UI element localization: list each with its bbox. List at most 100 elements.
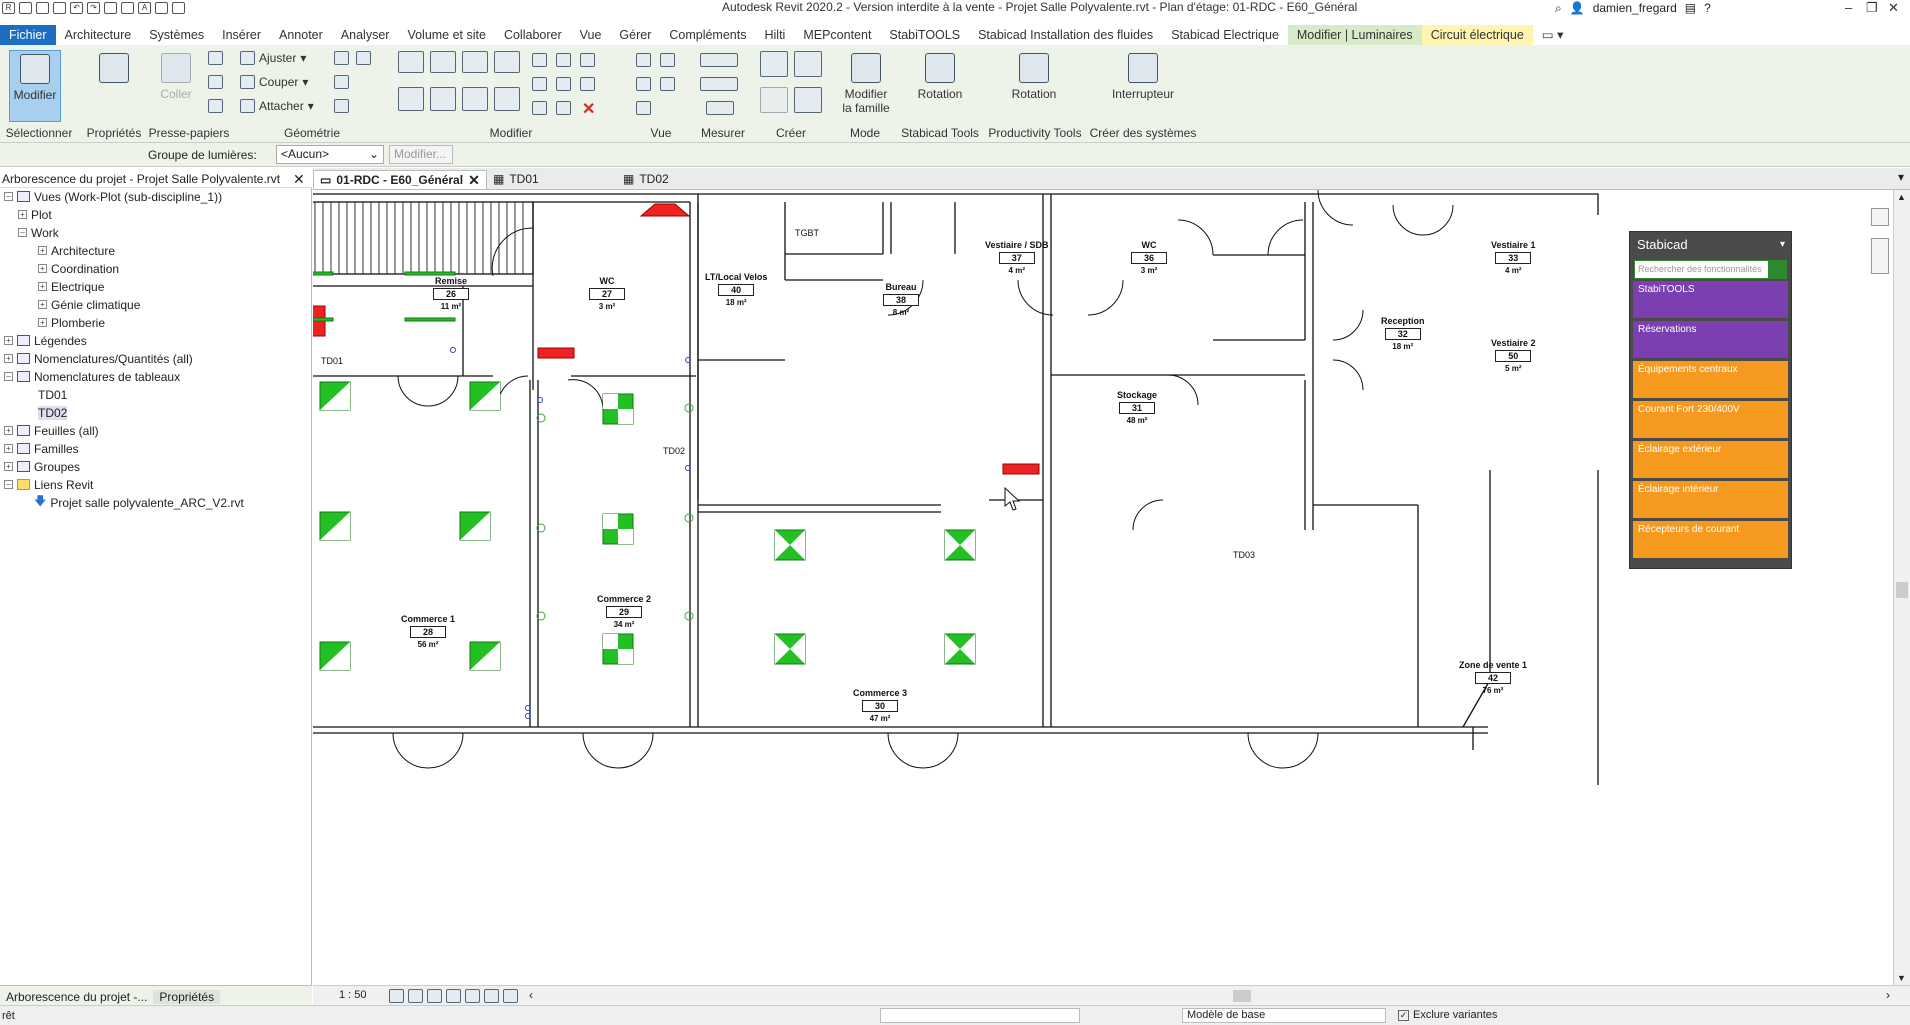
close-icon[interactable]: ✕ [468, 171, 480, 190]
room-tag[interactable]: WC 27 3 m² [589, 276, 625, 311]
create-group-icon[interactable] [760, 51, 788, 77]
reveal-icon[interactable] [503, 989, 518, 1003]
tab-circuit-electrique[interactable]: Circuit électrique [1421, 25, 1533, 45]
redo-icon[interactable]: ↷ [87, 2, 100, 14]
restore-button[interactable]: ❐ [1866, 0, 1878, 16]
tree-node-linked-model[interactable]: 🡇 Projet salle polyvalente_ARC_V2.rvt [34, 494, 244, 511]
create-similar-icon[interactable] [794, 87, 822, 113]
properties-button[interactable] [88, 50, 140, 122]
tree-node-nomenclatures-quantites[interactable]: + Nomenclatures/Quantités (all) [4, 350, 193, 367]
workset-select[interactable] [880, 1008, 1080, 1023]
collapse-icon[interactable]: – [4, 480, 13, 489]
tree-node-genie-climatique[interactable]: + Génie climatique [38, 296, 140, 313]
delete-icon[interactable]: ✕ [582, 99, 595, 119]
extend-icon[interactable] [532, 101, 547, 115]
extend-multi-icon[interactable] [556, 101, 571, 115]
tree-node-td01[interactable]: TD01 [38, 386, 67, 403]
collapse-icon[interactable]: – [4, 372, 13, 381]
view-tab-rdc[interactable]: ▭ 01-RDC - E60_Général ✕ [313, 170, 487, 189]
split-gap-icon[interactable] [556, 53, 571, 67]
expand-icon[interactable]: + [38, 264, 47, 273]
tab-annoter[interactable]: Annoter [270, 25, 332, 45]
sync-icon[interactable] [53, 2, 66, 14]
expand-icon[interactable]: + [4, 426, 13, 435]
tab-stabicad-fluides[interactable]: Stabicad Installation des fluides [969, 25, 1162, 45]
room-tag[interactable]: Zone de vente 1 42 76 m² [1459, 660, 1527, 695]
move-icon[interactable] [398, 87, 424, 111]
scroll-left-icon[interactable]: ‹ [529, 988, 533, 1002]
edit-family-button[interactable]: Modifier la famille [838, 50, 894, 122]
tree-node-electrique[interactable]: + Electrique [38, 278, 104, 295]
copy-icon[interactable] [208, 75, 223, 89]
room-tag[interactable]: Remise 26 11 m² [433, 276, 469, 311]
tab-fichier[interactable]: Fichier [0, 25, 56, 45]
stabicad-button-eclairage-interieur[interactable]: Éclairage intérieur [1633, 481, 1788, 518]
hide-icon[interactable] [636, 53, 651, 67]
cart-icon[interactable]: ▤ [1685, 1, 1696, 15]
pin-icon[interactable] [580, 53, 595, 67]
exclude-options-checkbox[interactable]: ✓ Exclure variantes [1398, 1009, 1497, 1021]
room-tag[interactable]: WC 36 3 m² [1131, 240, 1167, 275]
expand-icon[interactable]: + [18, 210, 27, 219]
room-tag[interactable]: Vestiaire 1 33 4 m² [1491, 240, 1536, 275]
scroll-right-icon[interactable]: › [1886, 988, 1890, 1002]
array-icon[interactable] [532, 77, 547, 91]
tab-stabitools[interactable]: StabiTOOLS [880, 25, 969, 45]
open-icon[interactable] [19, 2, 32, 14]
tab-modifier-luminaires[interactable]: Modifier | Luminaires [1287, 25, 1422, 45]
measure-tool-icon[interactable] [700, 53, 738, 67]
linework-icon[interactable] [636, 77, 651, 91]
switch-windows-icon[interactable] [172, 2, 185, 14]
switch-button[interactable]: Interrupteur [1110, 50, 1176, 122]
unpin-icon[interactable] [580, 77, 595, 91]
room-tag[interactable]: Bureau 38 8 m² [883, 282, 919, 317]
text-icon[interactable]: A [138, 2, 151, 14]
tree-node-nomenclatures-tableaux[interactable]: – Nomenclatures de tableaux [4, 368, 180, 385]
tab-stabicad-electrique[interactable]: Stabicad Electrique [1162, 25, 1288, 45]
tab-inserer[interactable]: Insérer [213, 25, 270, 45]
scroll-up-icon[interactable]: ▲ [1897, 192, 1906, 202]
tree-node-work[interactable]: – Work [18, 224, 59, 241]
override-icon[interactable] [660, 53, 675, 67]
tab-collaborer[interactable]: Collaborer [495, 25, 571, 45]
chevron-down-icon[interactable]: ▾ [1780, 232, 1785, 258]
paint-bucket-icon[interactable] [636, 101, 651, 115]
geom-icon-1[interactable] [334, 51, 349, 65]
split-icon[interactable] [532, 53, 547, 67]
scroll-thumb[interactable] [1896, 582, 1908, 598]
username[interactable]: damien_fregard [1593, 1, 1677, 15]
geom-icon-3[interactable] [334, 75, 349, 89]
align-icon[interactable] [398, 51, 424, 73]
minimize-button[interactable]: – [1845, 0, 1852, 15]
room-tag[interactable]: LT/Local Velos 40 18 m² [705, 272, 767, 307]
stabicad-search-input[interactable]: Rechercher des fonctionnalités [1634, 260, 1787, 279]
trim-extend-icon[interactable] [494, 87, 520, 111]
tree-node-td02[interactable]: TD02 [38, 404, 68, 421]
expand-icon[interactable]: + [38, 282, 47, 291]
tab-vue[interactable]: Vue [571, 25, 611, 45]
horizontal-scrollbar[interactable]: 1 : 50 ‹ › [313, 985, 1910, 1005]
tree-node-familles[interactable]: + Familles [4, 440, 79, 457]
stabicad-button-eclairage-exterieur[interactable]: Éclairage extérieur [1633, 441, 1788, 478]
room-tag[interactable]: Stockage 31 48 m² [1117, 390, 1157, 425]
expand-icon[interactable]: + [38, 300, 47, 309]
tab-mepcontent[interactable]: MEPcontent [794, 25, 880, 45]
help-icon[interactable]: ? [1704, 1, 1711, 15]
user-icon[interactable]: 👤 [1570, 1, 1585, 15]
create-assembly-icon[interactable] [794, 51, 822, 77]
expand-icon[interactable]: + [4, 354, 13, 363]
room-tag[interactable]: Vestiaire / SDB 37 4 m² [985, 240, 1049, 275]
expand-icon[interactable]: + [4, 462, 13, 471]
view-tab-td01[interactable]: ▦ TD01 [487, 170, 545, 189]
expand-icon[interactable]: + [38, 246, 47, 255]
tab-volume-site[interactable]: Volume et site [398, 25, 495, 45]
room-tag[interactable]: Commerce 3 30 47 m² [853, 688, 907, 723]
stabicad-rotation-button[interactable]: Rotation [912, 50, 968, 122]
graphics-icon[interactable] [660, 77, 675, 91]
angle-icon[interactable] [706, 101, 734, 115]
create-parts-icon[interactable] [760, 87, 788, 113]
linear-light[interactable] [404, 317, 456, 322]
search-icon[interactable]: ⌕ [1555, 1, 1562, 16]
tree-node-feuilles[interactable]: + Feuilles (all) [4, 422, 99, 439]
linear-light[interactable] [404, 271, 456, 276]
